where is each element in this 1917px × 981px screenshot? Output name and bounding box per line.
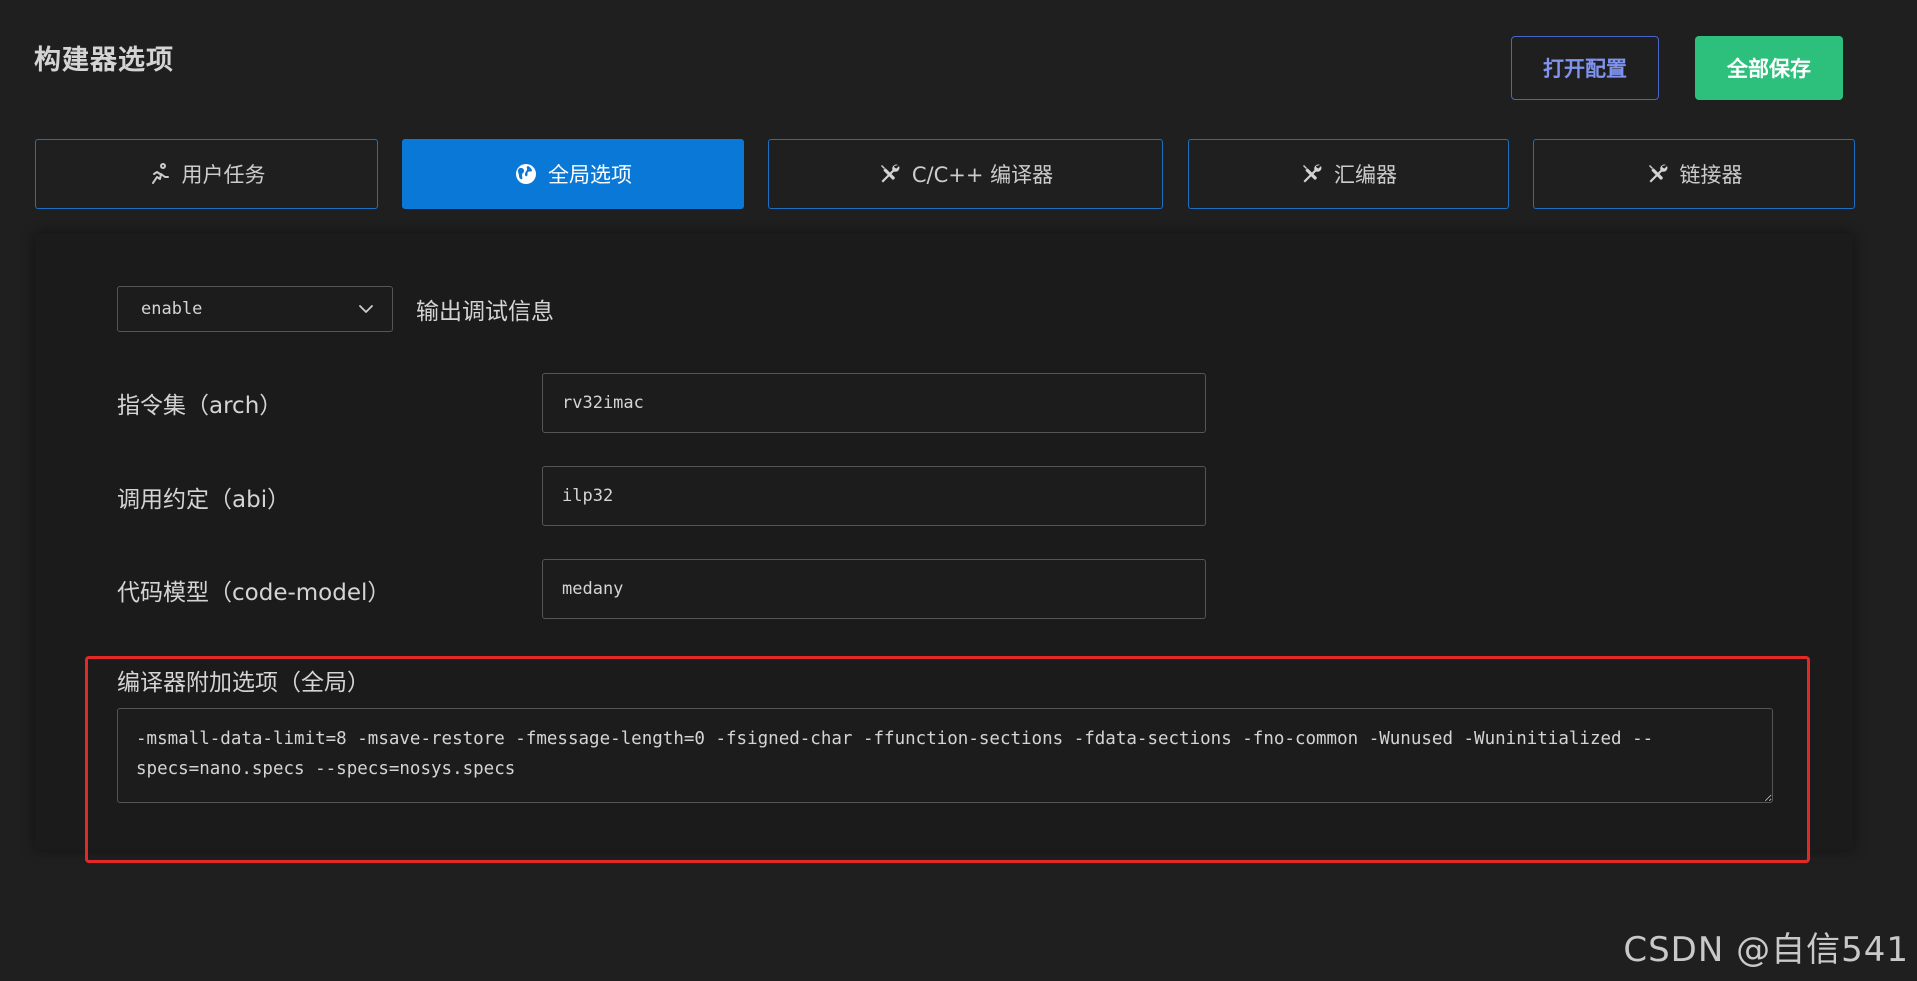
tab-label: 汇编器	[1334, 163, 1397, 187]
page-title: 构建器选项	[34, 45, 174, 76]
tab-user-tasks[interactable]: 用户任务	[35, 139, 378, 209]
tab-label: 链接器	[1679, 163, 1743, 187]
debug-info-select[interactable]: enable	[117, 286, 393, 332]
debug-info-label: 输出调试信息	[416, 299, 554, 325]
globe-icon	[514, 162, 538, 186]
run-icon	[148, 162, 172, 186]
tab-label: 全局选项	[548, 163, 632, 187]
extra-options-label: 编译器附加选项（全局）	[117, 670, 370, 696]
arch-label: 指令集（arch）	[117, 393, 283, 419]
open-config-button[interactable]: 打开配置	[1511, 36, 1659, 100]
select-value: enable	[141, 299, 203, 319]
tab-global-options[interactable]: 全局选项	[402, 139, 744, 209]
extra-options-textarea[interactable]: -msmall-data-limit=8 -msave-restore -fme…	[117, 708, 1773, 803]
code-model-input[interactable]	[542, 559, 1206, 619]
arch-input[interactable]	[542, 373, 1206, 433]
save-all-button[interactable]: 全部保存	[1695, 36, 1843, 100]
tab-cpp-compiler[interactable]: C/C++ 编译器	[768, 139, 1163, 209]
tab-linker[interactable]: 链接器	[1533, 139, 1855, 209]
builder-options-page: 构建器选项 打开配置 全部保存 用户任务 全局选项 C/C++ 编译器 汇编器 …	[0, 0, 1917, 981]
tab-label: 用户任务	[181, 163, 266, 187]
tools-icon	[1300, 162, 1324, 186]
watermark: CSDN @自信541	[1623, 930, 1909, 970]
tools-icon	[878, 162, 902, 186]
tools-icon	[1646, 162, 1670, 186]
abi-input[interactable]	[542, 466, 1206, 526]
abi-label: 调用约定（abi）	[117, 487, 291, 513]
code-model-label: 代码模型（code-model）	[117, 580, 391, 606]
chevron-down-icon	[359, 305, 373, 313]
tab-assembler[interactable]: 汇编器	[1188, 139, 1509, 209]
tab-label: C/C++ 编译器	[911, 163, 1054, 187]
